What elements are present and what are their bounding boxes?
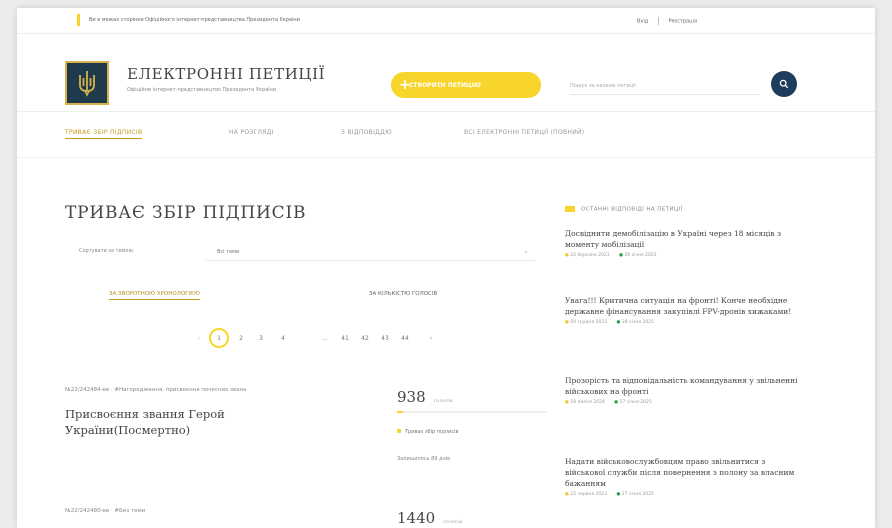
create-petition-button[interactable]: + СТВОРИТИ ПЕТИЦІЮ	[391, 72, 541, 98]
register-link[interactable]: Реєстрація	[668, 19, 697, 25]
latest-answers-title: ОСТАННІ ВІДПОВІДІ НА ПЕТИЦІЇ	[581, 206, 683, 213]
page-43[interactable]: 43	[375, 328, 395, 348]
create-petition-label: СТВОРИТИ ПЕТИЦІЮ	[409, 81, 481, 89]
answer-start-date: 18 липня 2024	[570, 400, 605, 405]
petition-card[interactable]: №22/242480-ев · #Без теми	[65, 507, 355, 515]
page-41[interactable]: 41	[335, 328, 355, 348]
vote-number: 1440	[397, 509, 436, 527]
divider	[657, 17, 659, 25]
calendar-icon: ●	[565, 492, 569, 497]
trident-icon	[79, 71, 95, 97]
calendar-icon: ●	[565, 400, 569, 405]
petition-title[interactable]: Присвоєння звання Герой України(Посмертн…	[65, 406, 295, 438]
page-42[interactable]: 42	[355, 328, 375, 348]
top-bar: Ви в межах сторінки Офіційного інтернет-…	[17, 8, 875, 34]
answer-response-date: 28 січня 2025	[621, 320, 654, 325]
answer-item[interactable]: Досвіднити демобілізацію в Україні через…	[565, 228, 805, 258]
sort-by-votes[interactable]: ЗА КІЛЬКІСТЮ ГОЛОСІВ	[369, 291, 437, 297]
tab-answered[interactable]: З ВІДПОВІДДЮ	[341, 129, 392, 136]
days-left: Залишилось 89 днів	[397, 456, 451, 462]
vote-number: 938	[397, 388, 426, 406]
answer-dates: ● 18 липня 2024 ● 27 січня 2025	[565, 400, 805, 405]
answered-icon: ●	[616, 320, 621, 325]
page-1[interactable]: 1	[209, 328, 229, 348]
status-text: Триває збір підписів	[405, 429, 459, 435]
browser-page: Ви в межах сторінки Офіційного інтернет-…	[17, 8, 875, 528]
petition-meta: №22/242484-ев · #Нагородження, присвоєнн…	[65, 387, 247, 393]
topic-select[interactable]: Всі теми ⌄	[205, 241, 535, 261]
vote-count: 1440 голосів	[397, 509, 462, 527]
auth-links: Вхід Реєстрація	[637, 17, 697, 25]
vote-unit: голосів	[443, 519, 463, 525]
answer-title[interactable]: Надати військовослужбовцям право звільни…	[565, 456, 805, 489]
site-subtitle: Офіційне інтернет-представництво Президе…	[127, 87, 277, 93]
top-note-text: Ви в межах сторінки Офіційного інтернет-…	[89, 17, 300, 23]
page-4[interactable]: 4	[273, 328, 293, 348]
calendar-icon: ●	[565, 320, 569, 325]
petition-card[interactable]: №22/242484-ев · #Нагородження, присвоєнн…	[65, 386, 355, 438]
petition-meta: №22/242480-ев · #Без теми	[65, 508, 146, 514]
answer-response-date: 27 січня 2025	[621, 492, 654, 497]
sort-by-date[interactable]: ЗА ЗВОРОТНОЮ ХРОНОЛОГІЄЮ	[109, 291, 200, 300]
topic-select-value: Всі теми	[217, 249, 240, 255]
answer-start-date: 22 червня 2023	[570, 492, 607, 497]
coat-of-arms-logo[interactable]	[65, 61, 109, 105]
answer-dates: ● 22 березня 2023 ● 28 січня 2025	[565, 253, 805, 258]
answered-icon: ●	[619, 253, 623, 258]
progress-bar	[397, 411, 547, 413]
search-input[interactable]: Пошук за назвою петиції	[570, 75, 760, 95]
tab-under-review[interactable]: НА РОЗГЛЯДІ	[229, 129, 274, 136]
vote-count: 938 голосів	[397, 388, 453, 406]
answer-dates: ● 22 червня 2023 ● 27 січня 2025	[565, 492, 805, 497]
page-3[interactable]: 3	[251, 328, 271, 348]
answer-start-date: 22 березня 2023	[570, 253, 610, 258]
arrow-marker-icon	[565, 206, 575, 212]
search-icon	[779, 79, 789, 89]
answer-start-date: 04 грудня 2023	[570, 320, 608, 325]
chevron-down-icon: ⌄	[523, 247, 529, 255]
answer-title[interactable]: Увага!!! Критична ситуація на фронті! Ко…	[565, 295, 805, 317]
page-2[interactable]: 2	[231, 328, 251, 348]
calendar-icon: ●	[565, 253, 569, 258]
page-title: ТРИВАЄ ЗБІР ПІДПИСІВ	[65, 203, 307, 223]
page-44[interactable]: 44	[395, 328, 415, 348]
site-title[interactable]: ЕЛЕКТРОННІ ПЕТИЦІЇ	[127, 65, 325, 83]
status-dot-icon	[397, 429, 401, 433]
answered-icon: ●	[616, 492, 621, 497]
answer-response-date: 27 січня 2025	[619, 400, 652, 405]
pager-next-icon[interactable]: ›	[421, 328, 441, 348]
sort-label: Сортувати за темою:	[79, 248, 135, 254]
page-ellipsis: …	[322, 334, 328, 342]
tab-collecting[interactable]: ТРИВАЄ ЗБІР ПІДПИСІВ	[65, 129, 143, 139]
vote-unit: голосів	[433, 398, 453, 404]
answer-item[interactable]: Увага!!! Критична ситуація на фронті! Ко…	[565, 295, 805, 325]
latest-answers-heading: ОСТАННІ ВІДПОВІДІ НА ПЕТИЦІЇ	[565, 206, 683, 213]
login-link[interactable]: Вхід	[637, 19, 648, 25]
answer-response-date: 28 січня 2025	[624, 253, 657, 258]
tab-all-petitions[interactable]: ВСІ ЕЛЕКТРОННІ ПЕТИЦІЇ (ПОВНИЙ)	[464, 129, 584, 136]
answer-item[interactable]: Прозорість та відповідальність командува…	[565, 375, 805, 405]
main-nav: ТРИВАЄ ЗБІР ПІДПИСІВ НА РОЗГЛЯДІ З ВІДПО…	[17, 112, 875, 158]
answered-icon: ●	[614, 400, 619, 405]
answer-title[interactable]: Досвіднити демобілізацію в Україні через…	[565, 228, 805, 250]
petition-status: Триває збір підписів	[397, 429, 458, 435]
search-button[interactable]	[771, 71, 797, 97]
progress-fill	[397, 411, 403, 413]
plus-icon: +	[399, 77, 411, 93]
site-header: ЕЛЕКТРОННІ ПЕТИЦІЇ Офіційне інтернет-пре…	[17, 34, 875, 112]
answer-item[interactable]: Надати військовослужбовцям право звільни…	[565, 456, 805, 497]
top-bar-note: Ви в межах сторінки Офіційного інтернет-…	[77, 17, 300, 23]
answer-title[interactable]: Прозорість та відповідальність командува…	[565, 375, 805, 397]
pager-prev-icon[interactable]: ‹	[189, 328, 209, 348]
answer-dates: ● 04 грудня 2023 ● 28 січня 2025	[565, 320, 805, 325]
